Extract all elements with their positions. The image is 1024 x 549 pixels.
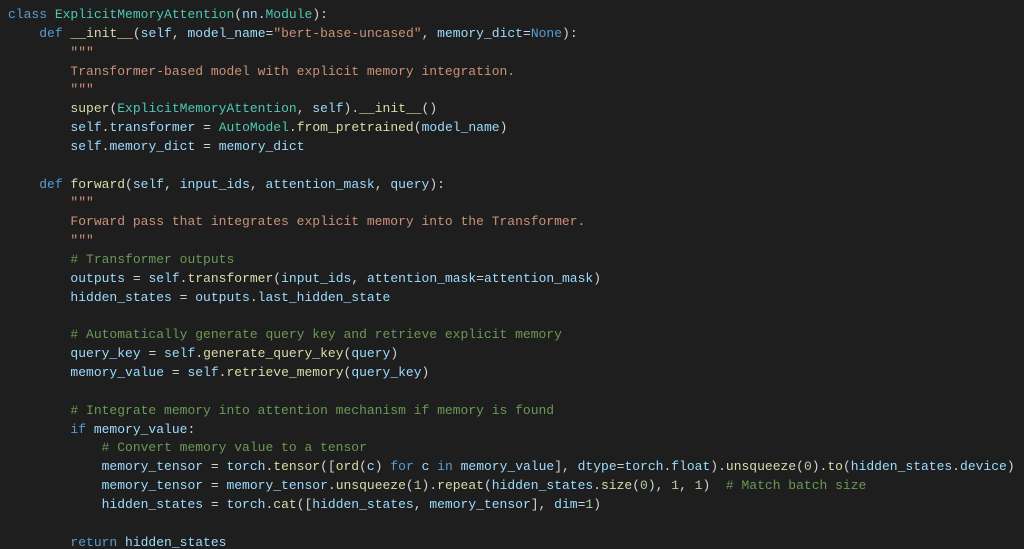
- code-line: def forward(self, input_ids, attention_m…: [8, 177, 445, 192]
- code-line: Forward pass that integrates explicit me…: [8, 214, 585, 229]
- code-line: """: [8, 233, 94, 248]
- code-line: """: [8, 45, 94, 60]
- code-line: self.transformer = AutoModel.from_pretra…: [8, 120, 507, 135]
- code-line: def __init__(self, model_name="bert-base…: [8, 26, 578, 41]
- code-line: # Transformer outputs: [8, 252, 234, 267]
- code-line: outputs = self.transformer(input_ids, at…: [8, 271, 601, 286]
- code-line: if memory_value:: [8, 422, 195, 437]
- code-line: query_key = self.generate_query_key(quer…: [8, 346, 398, 361]
- code-line: hidden_states = torch.cat([hidden_states…: [8, 497, 601, 512]
- code-line: self.memory_dict = memory_dict: [8, 139, 305, 154]
- code-line: # Convert memory value to a tensor: [8, 440, 367, 455]
- code-line: Transformer-based model with explicit me…: [8, 64, 515, 79]
- code-line: """: [8, 195, 94, 210]
- code-block: class ExplicitMemoryAttention(nn.Module)…: [0, 0, 1024, 549]
- code-line: memory_tensor = torch.tensor([ord(c) for…: [8, 459, 1015, 474]
- code-line: return hidden_states: [8, 535, 226, 549]
- code-line: hidden_states = outputs.last_hidden_stat…: [8, 290, 390, 305]
- code-line: super(ExplicitMemoryAttention, self).__i…: [8, 101, 437, 116]
- code-line: # Integrate memory into attention mechan…: [8, 403, 554, 418]
- code-line: class ExplicitMemoryAttention(nn.Module)…: [8, 7, 328, 22]
- code-line: """: [8, 82, 94, 97]
- code-line: # Automatically generate query key and r…: [8, 327, 562, 342]
- code-line: memory_tensor = memory_tensor.unsqueeze(…: [8, 478, 866, 493]
- code-line: memory_value = self.retrieve_memory(quer…: [8, 365, 429, 380]
